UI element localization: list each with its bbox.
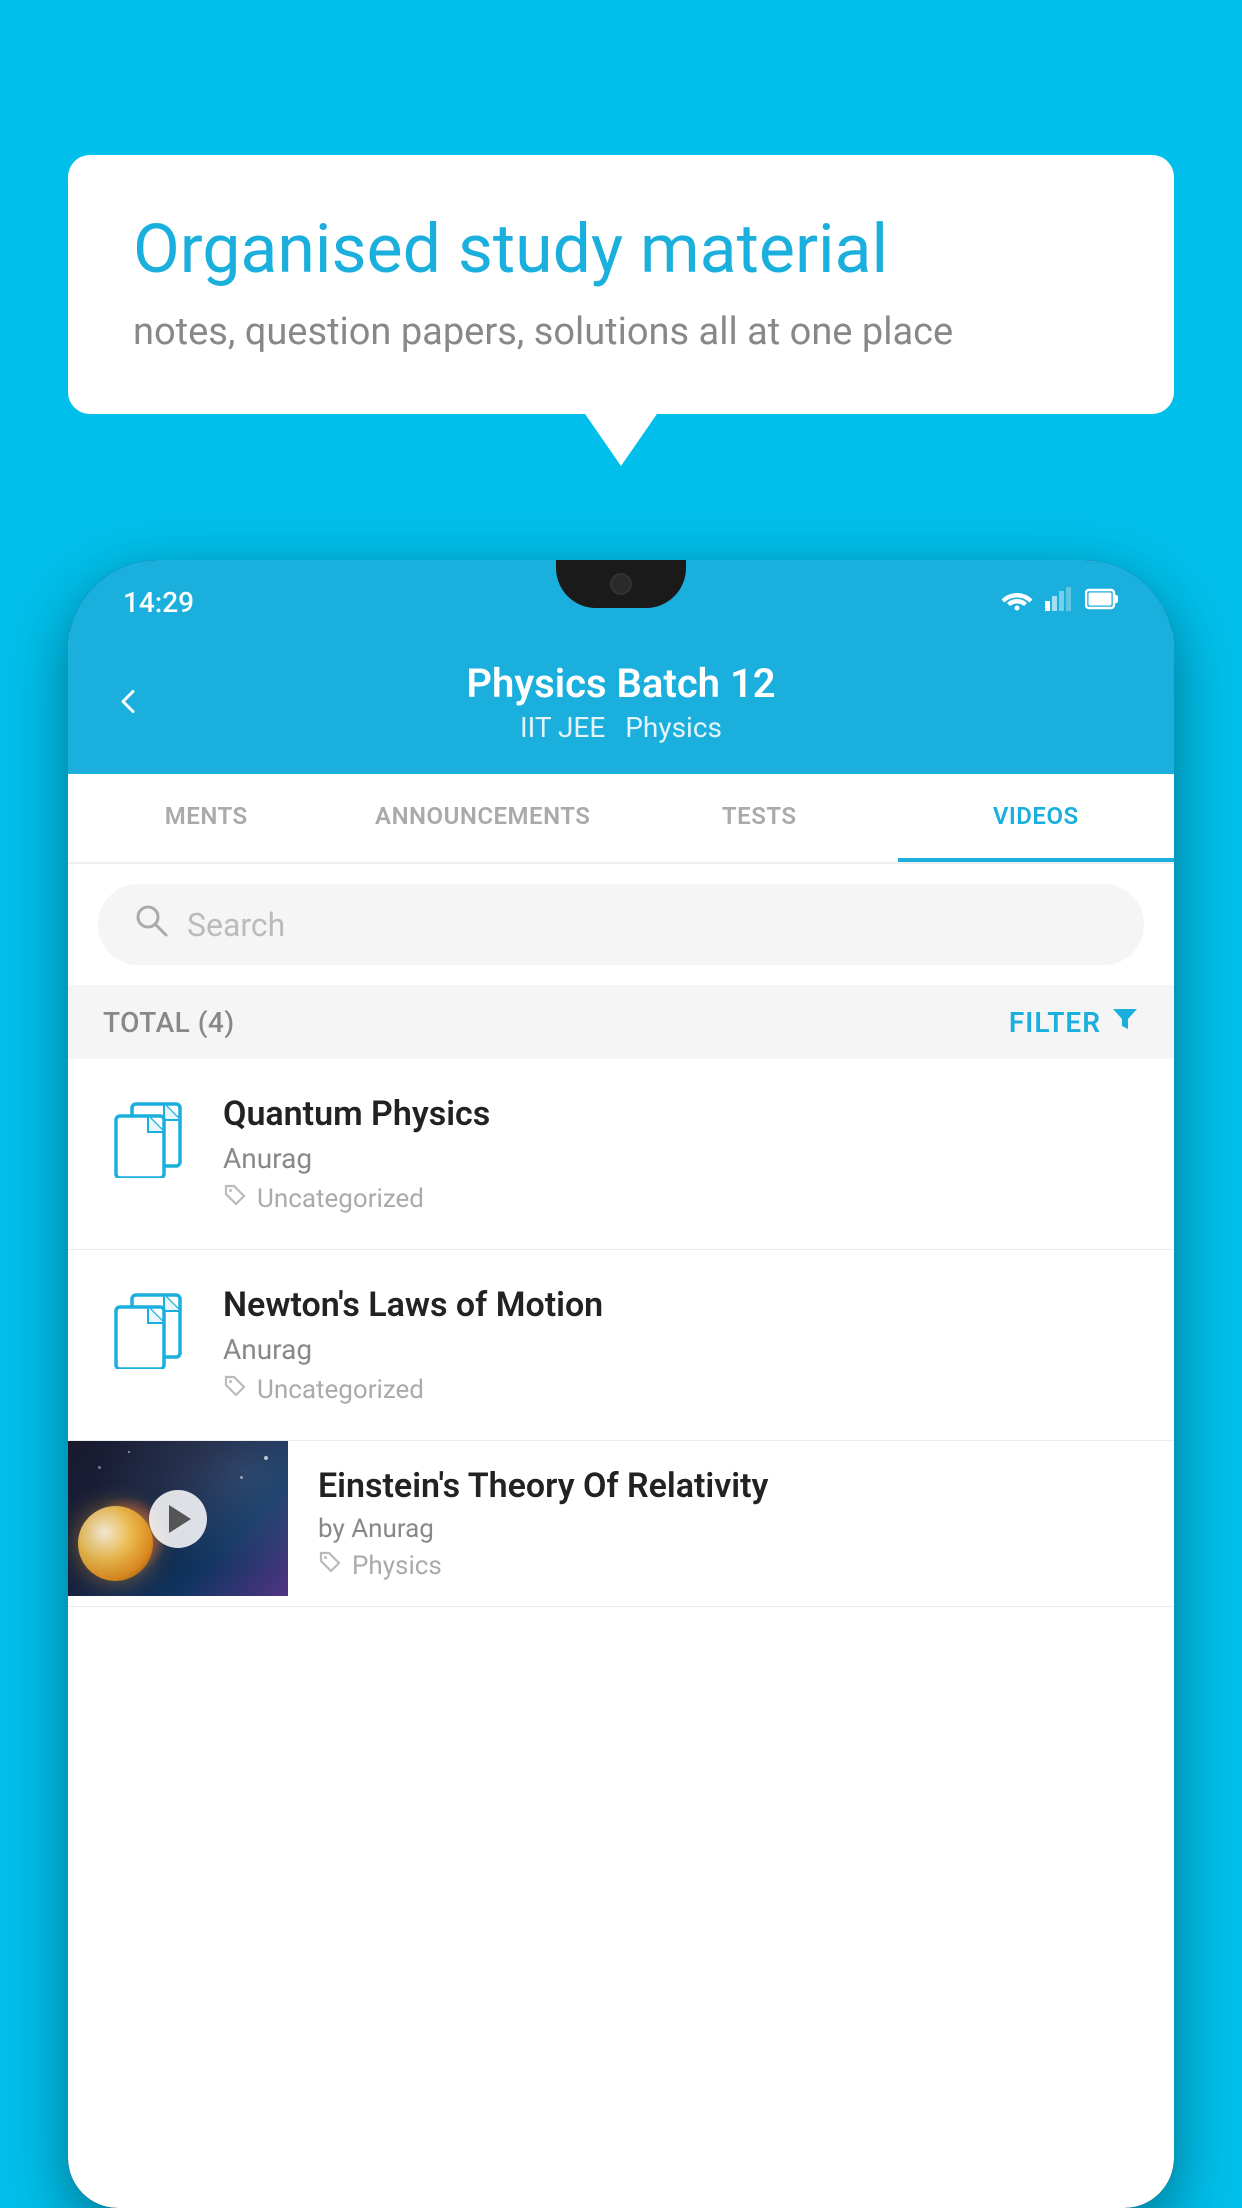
list-item[interactable]: Newton's Laws of Motion Anurag Uncategor…	[68, 1250, 1174, 1441]
filter-bar: TOTAL (4) FILTER	[68, 985, 1174, 1059]
tag-label: Uncategorized	[257, 1184, 424, 1214]
tab-ments[interactable]: MENTS	[68, 774, 345, 862]
video-info: Newton's Laws of Motion Anurag Uncategor…	[223, 1285, 1139, 1405]
video-author: Anurag	[223, 1333, 1139, 1366]
status-bar: 14:29	[68, 560, 1174, 632]
video-tag: Physics	[318, 1550, 1144, 1581]
tag-icon	[318, 1550, 342, 1581]
status-icons	[1001, 587, 1119, 618]
video-tag: Uncategorized	[223, 1374, 1139, 1405]
status-time: 14:29	[123, 586, 194, 619]
header-subtitle: IIT JEE Physics	[520, 711, 722, 744]
tag-label: Physics	[352, 1551, 442, 1581]
tag-icon	[223, 1183, 247, 1214]
video-info: Einstein's Theory Of Relativity by Anura…	[288, 1441, 1174, 1606]
folder-icon	[108, 1293, 188, 1368]
wifi-icon	[1001, 587, 1033, 618]
subtext: notes, question papers, solutions all at…	[133, 310, 1109, 354]
filter-icon	[1111, 1003, 1139, 1041]
phone-frame: 14:29	[68, 560, 1174, 2208]
filter-label: FILTER	[1009, 1006, 1101, 1039]
video-info: Quantum Physics Anurag Uncategorized	[223, 1094, 1139, 1214]
search-icon	[133, 902, 169, 947]
tab-videos[interactable]: VIDEOS	[898, 774, 1175, 862]
page-title: Physics Batch 12	[466, 660, 775, 707]
tab-tests[interactable]: TESTS	[621, 774, 898, 862]
phone-notch	[556, 560, 686, 608]
tag-icon	[223, 1374, 247, 1405]
folder-icon	[108, 1102, 188, 1177]
video-title: Einstein's Theory Of Relativity	[318, 1466, 1144, 1506]
video-title: Quantum Physics	[223, 1094, 1139, 1134]
back-button[interactable]	[113, 679, 143, 728]
tabs-container: MENTS ANNOUNCEMENTS TESTS VIDEOS	[68, 774, 1174, 864]
video-list: Quantum Physics Anurag Uncategorized	[68, 1059, 1174, 1607]
headline: Organised study material	[133, 210, 1109, 288]
video-author: Anurag	[223, 1142, 1139, 1175]
speech-bubble-container: Organised study material notes, question…	[68, 155, 1174, 414]
list-item[interactable]: Einstein's Theory Of Relativity by Anura…	[68, 1441, 1174, 1607]
speech-bubble: Organised study material notes, question…	[68, 155, 1174, 414]
video-thumbnail	[68, 1441, 288, 1596]
planet-decoration	[78, 1506, 153, 1581]
video-author: by Anurag	[318, 1514, 1144, 1544]
play-button[interactable]	[149, 1490, 207, 1548]
subtitle-physics: Physics	[625, 711, 722, 744]
search-placeholder: Search	[187, 906, 285, 944]
search-bar[interactable]: Search	[98, 884, 1144, 965]
battery-icon	[1085, 587, 1119, 617]
video-tag: Uncategorized	[223, 1183, 1139, 1214]
signal-icon	[1045, 587, 1073, 618]
search-container: Search	[68, 864, 1174, 985]
list-item[interactable]: Quantum Physics Anurag Uncategorized	[68, 1059, 1174, 1250]
play-triangle-icon	[169, 1505, 191, 1533]
camera-icon	[610, 573, 632, 595]
filter-button[interactable]: FILTER	[1009, 1003, 1139, 1041]
video-title: Newton's Laws of Motion	[223, 1285, 1139, 1325]
app-header: Physics Batch 12 IIT JEE Physics	[68, 632, 1174, 774]
tab-announcements[interactable]: ANNOUNCEMENTS	[345, 774, 622, 862]
folder-icon-container	[103, 1094, 193, 1184]
app-content: Physics Batch 12 IIT JEE Physics MENTS A…	[68, 632, 1174, 2208]
folder-icon-container	[103, 1285, 193, 1375]
subtitle-iitjee: IIT JEE	[520, 711, 605, 744]
total-count: TOTAL (4)	[103, 1006, 235, 1039]
tag-label: Uncategorized	[257, 1375, 424, 1405]
